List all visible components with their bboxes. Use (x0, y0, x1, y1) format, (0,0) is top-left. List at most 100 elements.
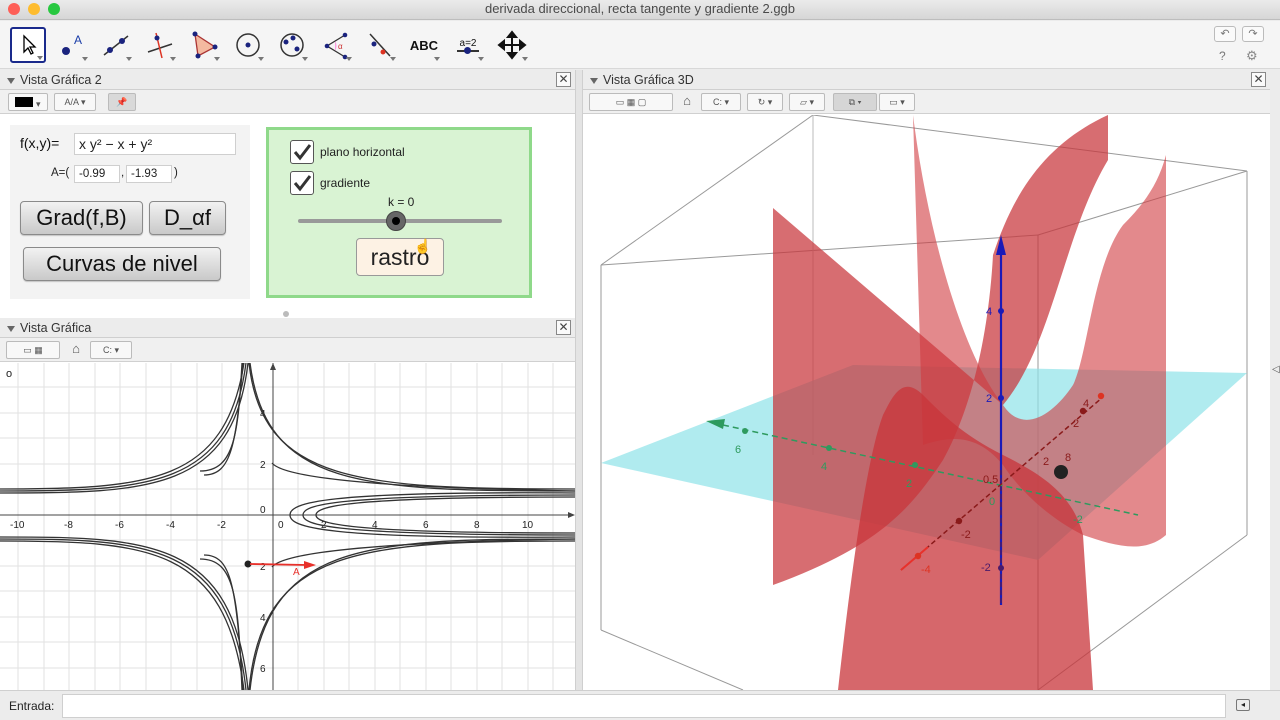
circle-tool-button[interactable] (230, 27, 266, 63)
reflect-tool-button[interactable] (362, 27, 398, 63)
directional-derivative-button[interactable]: D_αf (149, 201, 226, 235)
text-style-label: A/A (64, 97, 79, 107)
reflect-tool-icon (369, 33, 391, 57)
graphics-view-2: Vista Gráfica 2 ✕ ▾ A/A ▾ 📌 f(x,y)= x y²… (0, 70, 575, 320)
input-bar-label: Entrada: (9, 699, 55, 713)
cube-icon: ▱ (800, 97, 807, 107)
resize-handle[interactable] (283, 311, 289, 317)
z-axis-label: 2 (986, 393, 992, 405)
main-toolbar: A α ABC a=2 ↶ ↷ ? ⚙ (0, 21, 1280, 69)
svg-text:A: A (74, 33, 82, 47)
origin-label: 0 (989, 496, 995, 508)
minimize-window-icon[interactable] (28, 3, 40, 15)
move-tool-button[interactable] (10, 27, 46, 63)
home-icon[interactable]: ⌂ (66, 341, 86, 359)
text-tool-icon: ABC (409, 37, 439, 53)
x-tick-label: 4 (372, 520, 378, 531)
point-a-label: A=( (51, 167, 70, 179)
help-button[interactable]: ? (1219, 49, 1226, 63)
graphics-view-header: Vista Gráfica ✕ (0, 318, 575, 338)
close-view-button[interactable]: ✕ (556, 320, 571, 335)
undo-button[interactable]: ↶ (1214, 26, 1236, 42)
point-capture-button[interactable]: C: ▾ (90, 341, 132, 359)
y-axis-label: 6 (735, 444, 741, 456)
point-a-y-input[interactable]: -1.93 (126, 165, 172, 183)
origin-label: 0 (260, 505, 266, 516)
y-axis-label: 2 (906, 478, 912, 490)
conic-tool-icon (280, 33, 304, 57)
axes-grid-toggle[interactable]: ▭ ▦ (6, 341, 60, 359)
text-style-button[interactable]: A/A ▾ (54, 93, 96, 111)
graphics-view: Vista Gráfica ✕ ▭ ▦ ⌂ C: ▾ -10 -8 -6 -4 … (0, 318, 575, 690)
graphics-view-3d: Vista Gráfica 3D ✕ ▭ ▦ ▢ ⌂ C: ▾ ↻ ▾ ▱ ▾ … (583, 70, 1270, 690)
graphics-view-2-stylebar: ▾ A/A ▾ 📌 (0, 90, 575, 114)
gradient-vector (249, 563, 309, 566)
input-bar-field[interactable] (62, 694, 1226, 718)
graphics-view-3d-canvas[interactable]: 4 2 -2 6 4 2 -4 -2 2 4 0 -2 2 8 0.5 (583, 115, 1270, 690)
text-tool-button[interactable]: ABC (406, 27, 442, 63)
y-axis-label: 4 (821, 461, 827, 473)
x-tick-label: -10 (10, 520, 25, 531)
close-view-button[interactable]: ✕ (1251, 72, 1266, 87)
gear-icon[interactable]: ⚙ (1246, 48, 1258, 64)
redo-icon: ↷ (1248, 28, 1258, 40)
move-view-tool-button[interactable] (494, 27, 530, 63)
point-tool-button[interactable]: A (54, 27, 90, 63)
graphics-view-stylebar: ▭ ▦ ⌂ C: ▾ (0, 338, 575, 362)
slider-tool-icon: a=2 (457, 38, 479, 54)
zoom-window-icon[interactable] (48, 3, 60, 15)
point-a-x-input[interactable]: -0.99 (74, 165, 120, 183)
color-picker-button[interactable]: ▾ (8, 93, 48, 111)
collapse-icon[interactable] (590, 77, 598, 84)
home-icon[interactable]: ⌂ (677, 93, 697, 111)
redo-button[interactable]: ↷ (1242, 26, 1264, 42)
input-bar: Entrada: ◂ (0, 690, 1280, 720)
y-axis-arrow (270, 363, 276, 370)
close-view-button[interactable]: ✕ (556, 72, 571, 87)
projection-icon: ▭ (889, 97, 898, 107)
capture-icon: C: (712, 97, 722, 107)
point-on-surface[interactable] (1054, 465, 1068, 479)
axes-grid-plane-toggle[interactable]: ▭ ▦ ▢ (589, 93, 673, 111)
svg-text:α: α (338, 42, 343, 51)
gradiente-checkbox[interactable] (290, 171, 314, 195)
angle-tool-button[interactable]: α (318, 27, 354, 63)
corner-label: o (6, 368, 13, 380)
close-window-icon[interactable] (8, 3, 20, 15)
x-axis-label: 2 (1073, 418, 1079, 430)
slider-tool-button[interactable]: a=2 (450, 27, 486, 63)
x-tick-label: 6 (423, 520, 429, 531)
line-tool-button[interactable] (98, 27, 134, 63)
view-direction-button[interactable]: ▱ ▾ (789, 93, 825, 111)
grid-lines (0, 363, 575, 690)
level-curves-button[interactable]: Curvas de nivel (23, 247, 221, 281)
graphics-view-canvas[interactable]: -10 -8 -6 -4 -2 0 2 4 6 8 10 4 2 0 2 4 6 (0, 363, 575, 690)
plano-horizontal-checkbox[interactable] (290, 140, 314, 164)
split-divider[interactable] (575, 70, 583, 690)
function-input[interactable]: x y² − x + y² (74, 133, 236, 155)
y-tick-label: 4 (260, 613, 266, 624)
angle-tool-icon: α (324, 32, 348, 60)
x-axis-label: -2 (961, 529, 971, 541)
pin-button[interactable]: 📌 (108, 93, 136, 111)
grad-button[interactable]: Grad(f,B) (20, 201, 143, 235)
slider-k-handle[interactable] (385, 211, 406, 231)
point-capture-button[interactable]: C: ▾ (701, 93, 741, 111)
graphics-view-title: Vista Gráfica (20, 321, 92, 335)
input-help-icon[interactable]: ◂ (1236, 699, 1250, 711)
circle-tool-icon (236, 33, 260, 57)
rotate-view-button[interactable]: ↻ ▾ (747, 93, 783, 111)
clipping-button[interactable]: ⧉ ▾ (833, 93, 877, 111)
x-tick-label: -8 (64, 520, 73, 531)
point-tool-icon: A (62, 33, 82, 55)
perpendicular-tool-button[interactable] (142, 27, 178, 63)
conic-tool-button[interactable] (274, 27, 310, 63)
polygon-tool-button[interactable] (186, 27, 222, 63)
x-tick-labels: -10 -8 -6 -4 -2 0 2 4 6 8 10 (10, 520, 534, 531)
side-panel-toggle-icon[interactable]: ◁ (1272, 364, 1280, 375)
collapse-icon[interactable] (7, 325, 15, 332)
collapse-icon[interactable] (7, 77, 15, 84)
graphics-view-3d-stylebar: ▭ ▦ ▢ ⌂ C: ▾ ↻ ▾ ▱ ▾ ⧉ ▾ ▭ ▾ (583, 90, 1270, 114)
capture-icon: C: (102, 345, 112, 355)
projection-button[interactable]: ▭ ▾ (879, 93, 915, 111)
